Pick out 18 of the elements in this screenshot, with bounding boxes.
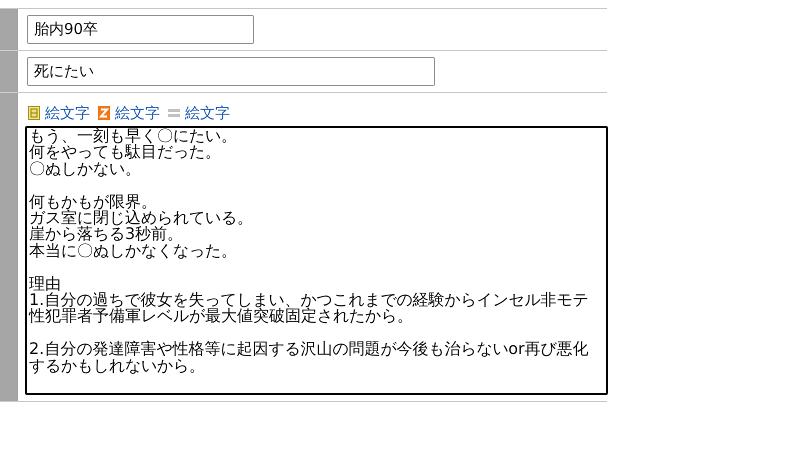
emoji-link[interactable]: 絵文字	[115, 104, 160, 122]
zigzag-square-icon	[98, 106, 110, 120]
text-field[interactable]: 胎内90卒	[27, 15, 254, 44]
text-line: 1.自分の過ちで彼女を失ってしまい、かつこれまでの経験からインセル非モテ性犯罪者予備軍レベルが最大値突破固定されたから。	[29, 292, 590, 325]
emoji-link[interactable]: 絵文字	[185, 104, 230, 122]
text-line: 本当に〇ぬしかなくなった。	[29, 242, 238, 260]
striped-square-icon	[28, 106, 40, 120]
text-line: 何をやっても駄目だった。	[29, 144, 222, 161]
text-line: 〇ぬしかない。	[29, 160, 142, 178]
two-bars-icon	[168, 106, 180, 120]
text-line: 2.自分の発達障害や性格等に起因する沢山の問題が今後も治らないor再び悪化するかもしれないから。	[29, 341, 590, 374]
text-line: 崖から落ちる3秒前。	[29, 226, 184, 243]
text-field[interactable]: 死にたい	[27, 57, 435, 86]
text-line: 何もかもが限界。	[29, 194, 158, 210]
text-line: 理由	[29, 276, 61, 292]
emoji-link[interactable]: 絵文字	[45, 104, 90, 122]
row-side-bar	[0, 9, 18, 50]
text-line: ガス室に閉じ込められている。	[29, 210, 254, 226]
